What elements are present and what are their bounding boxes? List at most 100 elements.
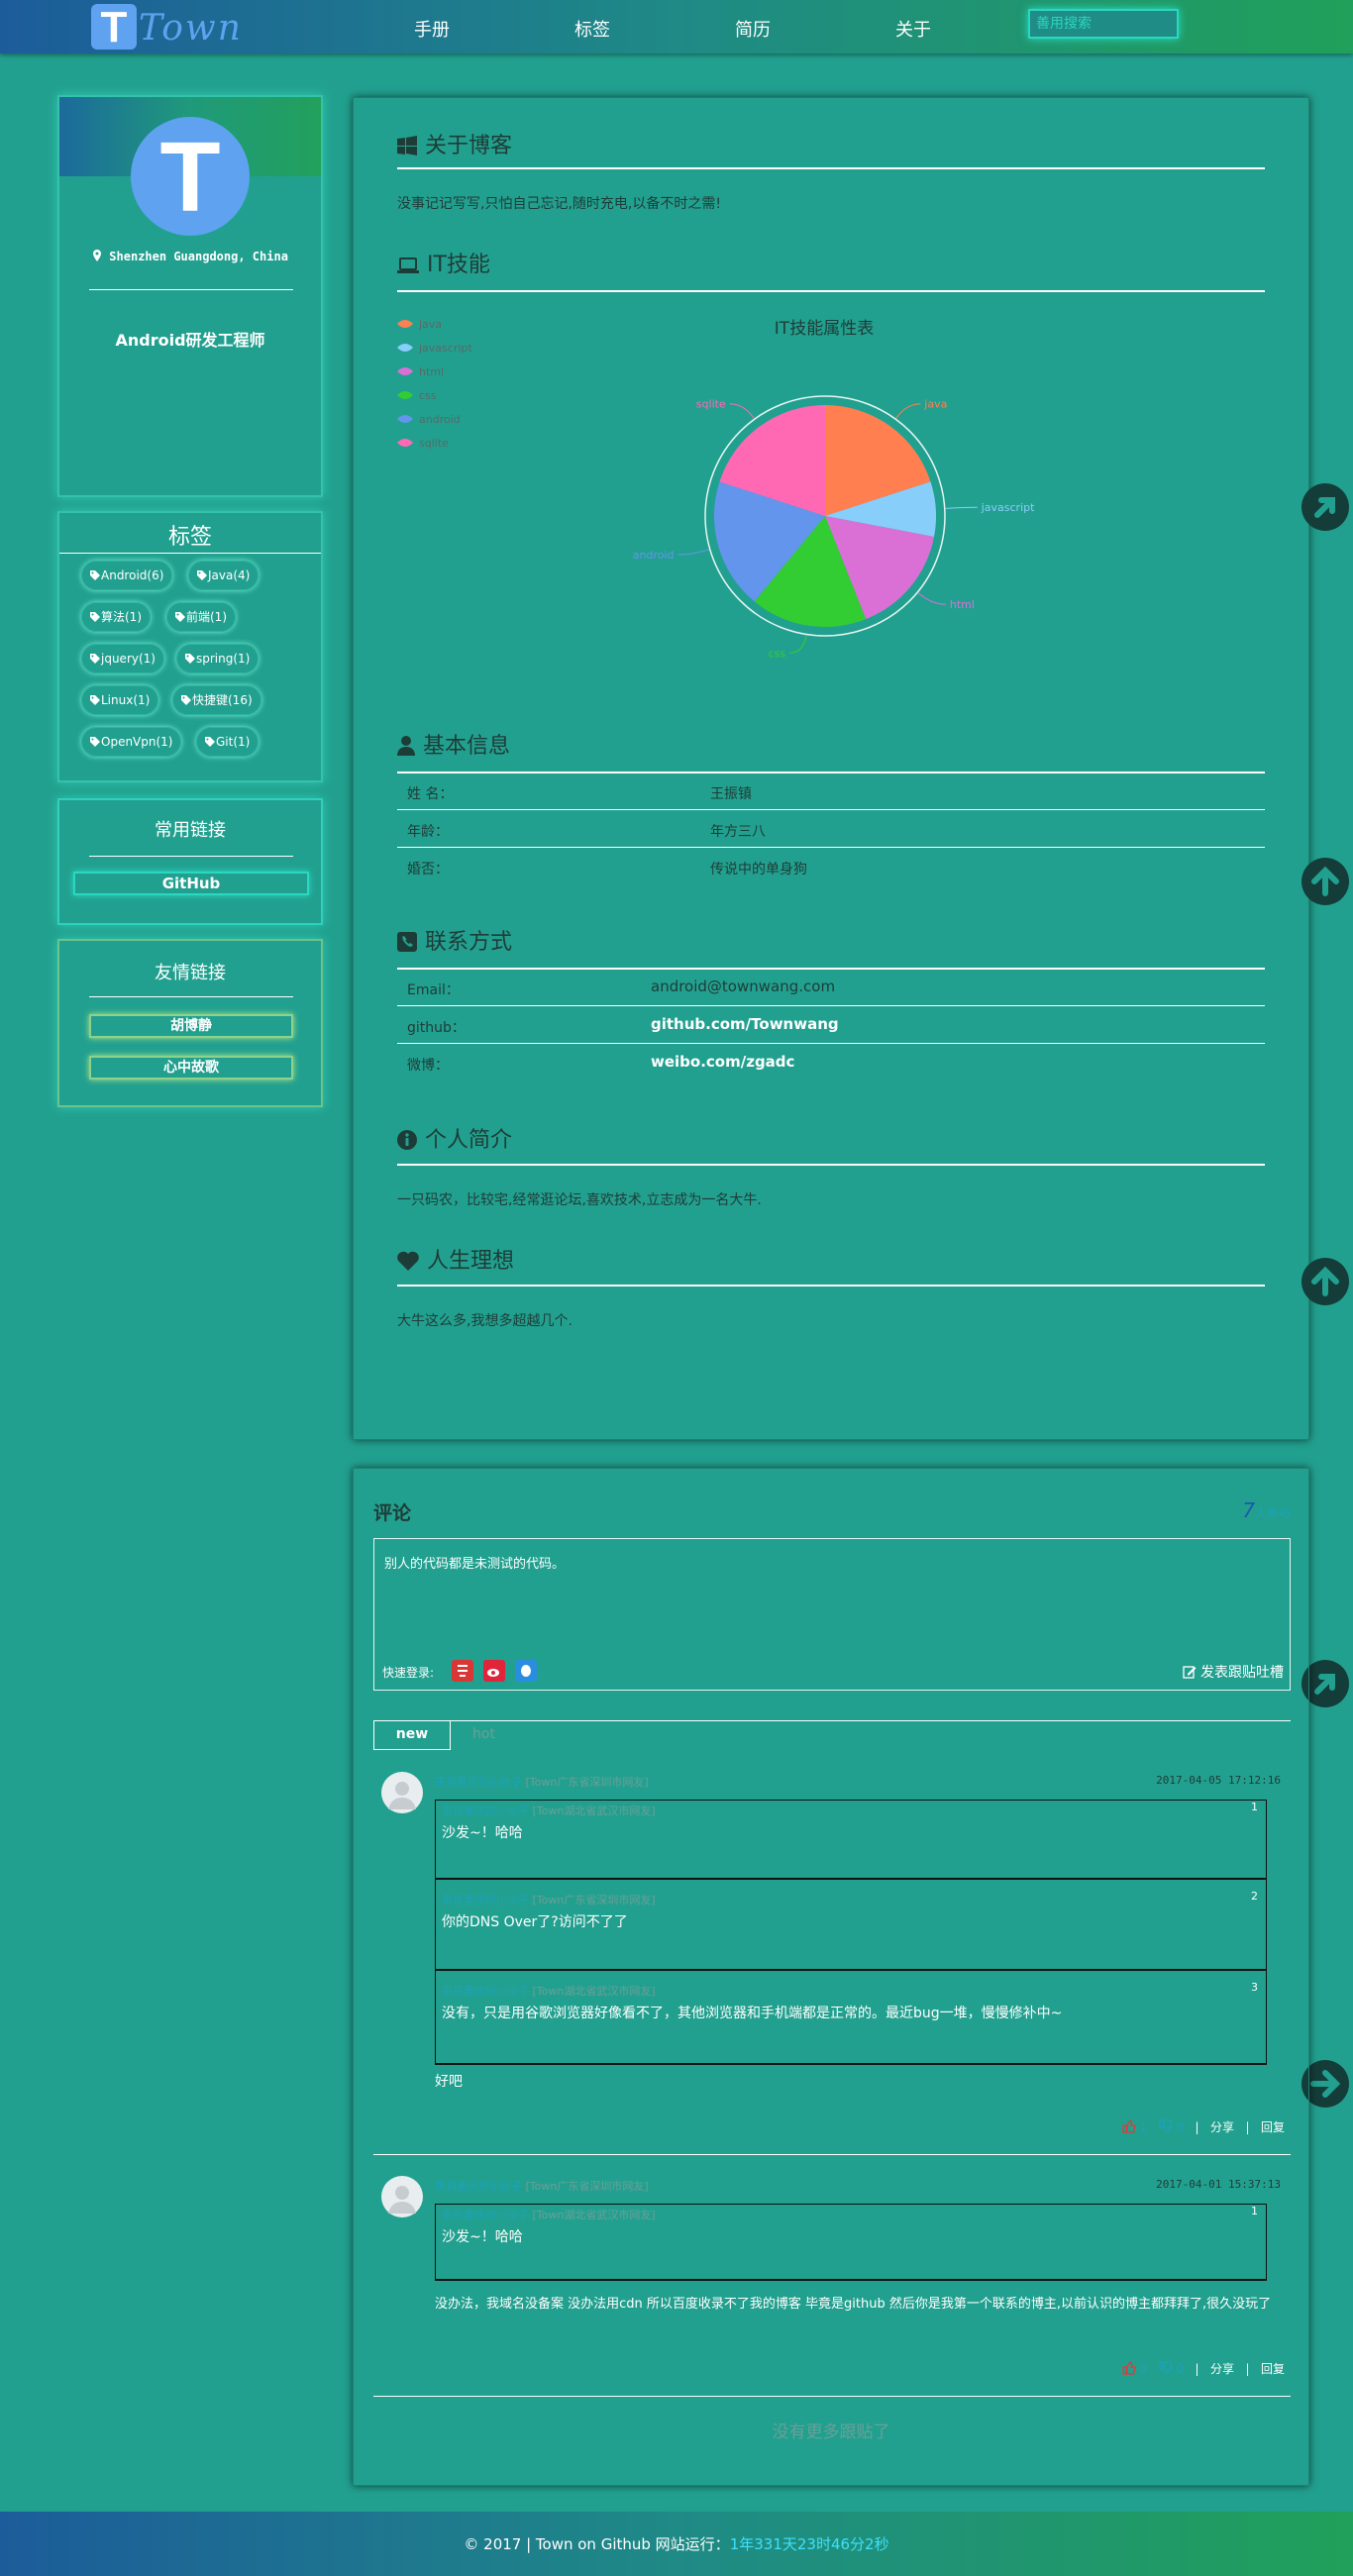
avatar: T (131, 117, 250, 236)
dislike-button[interactable]: 0 (1158, 2361, 1184, 2376)
tag-icon (197, 570, 207, 580)
legend-label: android (419, 413, 461, 426)
netease-login-icon[interactable] (452, 1660, 473, 1682)
pie-label-line (677, 549, 709, 556)
thumbs-up-icon (1122, 2119, 1136, 2133)
share-button[interactable]: 分享 (1210, 2362, 1234, 2376)
comment-user[interactable]: 来自重庆的小伙子 [Town广东省深圳市网友] (435, 1774, 649, 1790)
tag-item[interactable]: Linux(1) (81, 685, 159, 715)
post-comment-button[interactable]: 发表跟贴吐槽 (1182, 1662, 1284, 1682)
tab-hot[interactable]: hot (472, 1726, 495, 1742)
divider (397, 1285, 1265, 1287)
quote-text: 没有，只是用谷歌浏览器好像看不了，其他浏览器和手机端都是正常的。最近bug一堆，… (442, 2006, 1063, 2021)
comment-user[interactable]: 来自重庆的小伙子 [Town广东省深圳市网友] (435, 2178, 649, 2194)
qq-login-icon[interactable] (515, 1660, 537, 1682)
contact-val-github[interactable]: github.com/Townwang (651, 1015, 839, 1033)
map-marker-icon (93, 250, 102, 261)
tags-panel: 标签 Android(6) Java(4) 算法(1) 前端(1) jquery(1) s… (57, 511, 323, 782)
comment-text: 没办法，我域名没备案 没办法用cdn 所以百度收录不了我的博客 毕竟是githu… (435, 2297, 1272, 2312)
dislike-button[interactable]: 0 (1158, 2119, 1184, 2134)
tag-icon (90, 612, 100, 622)
legend-swatch (397, 439, 413, 447)
like-button[interactable]: 1 (1122, 2119, 1147, 2134)
divider (59, 553, 321, 554)
pie-label: css (769, 647, 786, 660)
heart-icon (397, 1251, 419, 1271)
share-button[interactable]: 分享 (1210, 2120, 1234, 2134)
tag-item[interactable]: 前端(1) (166, 602, 236, 632)
section-dream-title: 人生理想 (397, 1243, 514, 1275)
tag-item[interactable]: 快捷键(16) (172, 685, 261, 715)
section-skills-title: IT技能 (397, 247, 490, 278)
scroll-top-icon[interactable] (1301, 858, 1349, 905)
logo-text[interactable]: Town (139, 8, 243, 49)
legend-swatch (397, 415, 413, 423)
legend-swatch (397, 391, 413, 399)
scroll-top-icon[interactable] (1301, 1258, 1349, 1305)
pie-label: sqlite (696, 398, 726, 411)
nav-tags[interactable]: 标签 (574, 16, 610, 42)
pie-label-line (945, 506, 978, 509)
tag-icon (90, 737, 100, 747)
comments-title: 评论 (373, 1502, 412, 1524)
phone-icon (397, 932, 417, 952)
laptop-icon (397, 258, 419, 273)
chart-title: IT技能属性表 (775, 319, 874, 339)
link-friend-2[interactable]: 心中故歌 (89, 1056, 293, 1080)
tag-item[interactable]: spring(1) (176, 644, 260, 673)
reply-button[interactable]: 回复 (1261, 2362, 1285, 2376)
logo-icon[interactable]: T (91, 4, 137, 52)
pie-label-line (789, 635, 807, 654)
tag-icon (205, 737, 215, 747)
footer-text: © 2017 | Town on Github 网站运行：1年331天23时46… (464, 2535, 889, 2553)
tag-item[interactable]: Java(4) (188, 561, 260, 590)
participants-count: 7人参与 (1242, 1498, 1291, 1522)
search-input[interactable]: 善用搜索 (1028, 9, 1179, 39)
divider (89, 996, 293, 997)
tab-new[interactable]: new (373, 1720, 451, 1750)
weibo-login-icon[interactable] (483, 1660, 505, 1682)
tag-item[interactable]: 算法(1) (81, 602, 151, 632)
legend-label: html (419, 365, 444, 378)
contact-val-weibo[interactable]: weibo.com/zgadc (651, 1053, 794, 1071)
contact-key-email: Email： (407, 982, 460, 998)
common-links-title: 常用链接 (155, 820, 226, 841)
tag-label: 算法(1) (101, 610, 142, 624)
reply-button[interactable]: 回复 (1261, 2120, 1285, 2134)
like-button[interactable]: 0 (1122, 2361, 1147, 2376)
row-divider (397, 1043, 1265, 1044)
tag-label: Git(1) (216, 735, 251, 749)
comment-text: 好吧 (435, 2074, 463, 2090)
tag-label: Linux(1) (101, 693, 151, 707)
tag-item[interactable]: Git(1) (196, 727, 260, 757)
about-text: 没事记记写写,只怕自己忘记,随时充电,以备不时之需! (397, 196, 721, 212)
contact-val-email[interactable]: android@townwang.com (651, 978, 835, 995)
tag-icon (175, 612, 185, 622)
link-friend-1[interactable]: 胡博静 (89, 1014, 293, 1038)
pie-label: android (633, 549, 675, 562)
tag-icon (181, 695, 191, 705)
comment-actions: 1 0 | 分享 | 回复 (1122, 2118, 1285, 2135)
tag-label: Android(6) (101, 568, 164, 582)
nav-resume[interactable]: 简历 (735, 16, 771, 42)
quote-stack: 来自重庆的小伙子 [Town湖北省武汉市网友] 1 沙发~！哈哈 来自重庆的小伙… (435, 1800, 1267, 2065)
runtime-counter: 1年331天23时46分2秒 (729, 2535, 889, 2553)
nav-about[interactable]: 关于 (895, 16, 931, 42)
tag-label: 前端(1) (186, 610, 227, 624)
section-intro-title: 个人简介 (397, 1122, 512, 1154)
tag-item[interactable]: Android(6) (81, 561, 173, 590)
comment-textarea[interactable]: 别人的代码都是未测试的代码。 快速登录: 发表跟贴吐槽 (373, 1538, 1291, 1691)
pie-label-line (917, 592, 946, 605)
legend-swatch (397, 367, 413, 375)
intro-text: 一只码农，比较宅,经常逛论坛,喜欢技术,立志成为一名大牛. (397, 1192, 762, 1208)
link-github[interactable]: GitHub (73, 872, 309, 895)
share-arrow-icon[interactable] (1301, 483, 1349, 531)
tag-label: spring(1) (196, 652, 251, 666)
tag-item[interactable]: jquery(1) (81, 644, 164, 673)
divider (89, 856, 293, 857)
divider (397, 968, 1265, 970)
location-text: Shenzhen Guangdong, China (59, 250, 321, 263)
tag-item[interactable]: OpenVpn(1) (81, 727, 182, 757)
comment-placeholder: 别人的代码都是未测试的代码。 (384, 1557, 566, 1572)
nav-manual[interactable]: 手册 (414, 16, 450, 42)
